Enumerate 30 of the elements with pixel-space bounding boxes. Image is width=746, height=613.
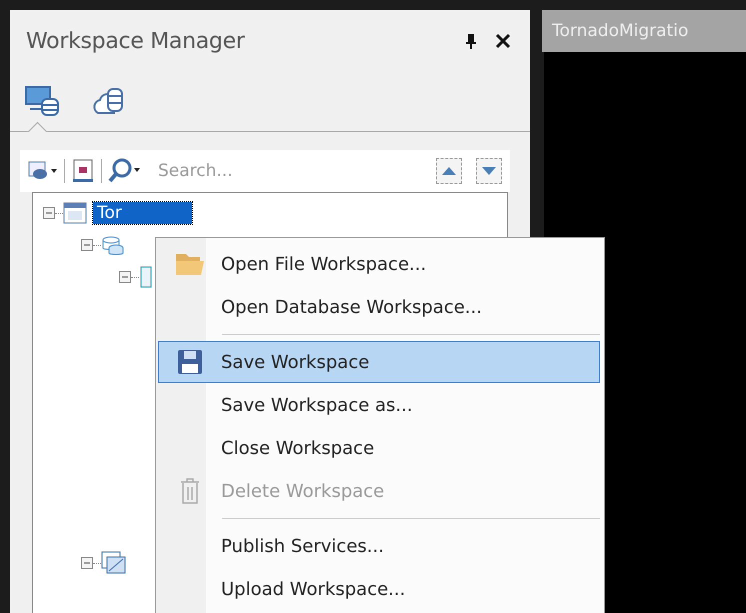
menu-item[interactable]: Save Workspace	[158, 341, 600, 383]
document-button[interactable]	[71, 159, 95, 183]
expander-icon[interactable]	[81, 239, 93, 251]
search-dropdown-button[interactable]	[108, 158, 142, 184]
menu-item[interactable]: Upload Workspace...	[158, 568, 600, 610]
move-up-button[interactable]	[436, 158, 462, 184]
down-arrow-icon	[482, 167, 496, 175]
datasource-icon	[139, 265, 153, 289]
search-field[interactable]: Search...	[156, 160, 330, 182]
pin-icon	[465, 33, 477, 49]
trash-icon	[179, 477, 201, 505]
menu-item[interactable]: Open File Workspace...	[158, 243, 600, 285]
up-arrow-icon	[442, 167, 456, 175]
save-icon	[177, 349, 203, 375]
expander-icon[interactable]	[119, 271, 131, 283]
move-down-button[interactable]	[476, 158, 502, 184]
menu-item[interactable]: Open Database Workspace...	[158, 286, 600, 328]
computer-database-tab[interactable]	[24, 85, 60, 132]
view-dropdown-button[interactable]	[28, 160, 58, 182]
expander-icon[interactable]	[81, 557, 93, 569]
expander-icon[interactable]	[43, 207, 55, 219]
folder-icon	[175, 251, 205, 277]
map-icon	[101, 551, 127, 575]
close-icon	[495, 33, 511, 49]
menu-item[interactable]: Close Workspace	[158, 427, 600, 469]
menu-item[interactable]: Publish Services...	[158, 525, 600, 567]
window-icon	[63, 202, 87, 224]
panel-title: Workspace Manager	[26, 28, 246, 54]
tree-node-label[interactable]: Tor	[93, 202, 192, 224]
menu-item[interactable]: Save Workspace as...	[158, 384, 600, 426]
